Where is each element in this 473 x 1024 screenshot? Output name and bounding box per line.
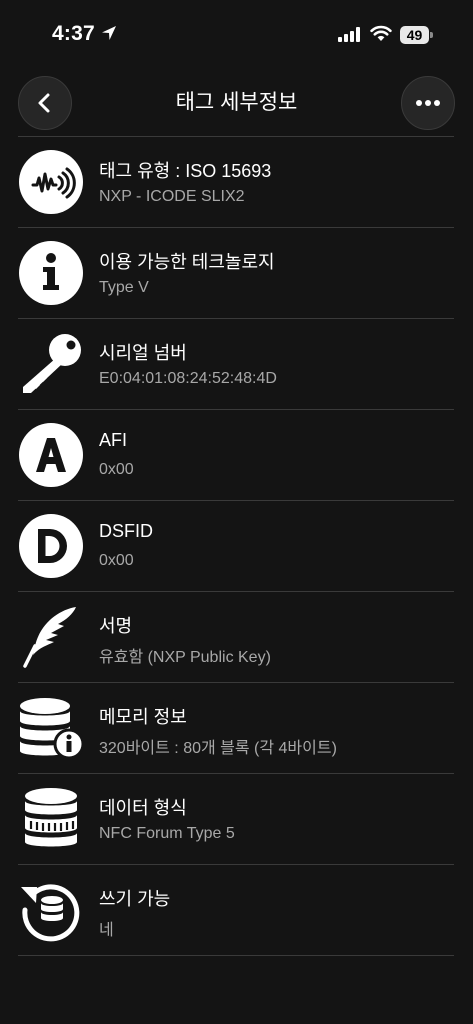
wifi-icon: [370, 25, 392, 41]
ellipsis-icon: [416, 100, 440, 106]
list-item-signature[interactable]: 서명 유효함 (NXP Public Key): [18, 591, 454, 682]
database-info-icon: [18, 695, 84, 761]
tag-detail-list: 태그 유형 : ISO 15693 NXP - ICODE SLIX2 이용 가…: [18, 136, 454, 956]
info-icon: [18, 240, 84, 306]
signature-value: 유효함 (NXP Public Key): [99, 649, 271, 666]
key-icon: [18, 331, 84, 397]
letter-d-icon: [18, 513, 84, 579]
afi-label: AFI: [99, 430, 128, 450]
technologies-label: 이용 가능한 테크놀로지: [99, 252, 275, 272]
cellular-signal-icon: [338, 27, 360, 42]
feather-icon: [18, 604, 84, 670]
list-item-data-format[interactable]: 데이터 형식 NFC Forum Type 5: [18, 773, 454, 864]
memory-info-label: 메모리 정보: [99, 707, 187, 727]
afi-value: 0x00: [99, 461, 134, 478]
list-item-writable[interactable]: 쓰기 가능 네: [18, 864, 454, 956]
writable-icon: [18, 877, 84, 943]
memory-info-value: 320바이트 : 80개 블록 (각 4바이트): [99, 740, 337, 757]
battery-indicator: 49: [400, 26, 433, 44]
status-time: 4:37: [52, 22, 95, 45]
dsfid-value: 0x00: [99, 552, 134, 569]
list-item-serial-number[interactable]: 시리얼 넘버 E0:04:01:08:24:52:48:4D: [18, 318, 454, 409]
list-item-technologies[interactable]: 이용 가능한 테크놀로지 Type V: [18, 227, 454, 318]
nfc-tag-icon: [18, 149, 84, 215]
location-arrow-icon: [102, 26, 116, 40]
navigation-bar: 태그 세부정보: [0, 70, 473, 136]
list-item-memory-info[interactable]: 메모리 정보 320바이트 : 80개 블록 (각 4바이트): [18, 682, 454, 773]
data-format-icon: [18, 786, 84, 852]
writable-label: 쓰기 가능: [99, 889, 171, 909]
serial-number-value: E0:04:01:08:24:52:48:4D: [99, 370, 277, 387]
list-item-tag-type[interactable]: 태그 유형 : ISO 15693 NXP - ICODE SLIX2: [18, 136, 454, 227]
battery-percent: 49: [406, 27, 423, 43]
signature-label: 서명: [99, 616, 133, 636]
list-item-afi[interactable]: AFI 0x00: [18, 409, 454, 500]
tag-type-label: 태그 유형 : ISO 15693: [99, 161, 272, 181]
dsfid-label: DSFID: [99, 521, 153, 541]
tag-type-value: NXP - ICODE SLIX2: [99, 188, 245, 205]
letter-a-icon: [18, 422, 84, 488]
serial-number-label: 시리얼 넘버: [99, 343, 187, 363]
data-format-label: 데이터 형식: [99, 798, 187, 818]
data-format-value: NFC Forum Type 5: [99, 825, 235, 842]
technologies-value: Type V: [99, 279, 149, 296]
status-bar: 4:37 49: [0, 0, 473, 70]
more-options-button[interactable]: [401, 76, 455, 130]
writable-value: 네: [99, 922, 114, 939]
list-item-dsfid[interactable]: DSFID 0x00: [18, 500, 454, 591]
